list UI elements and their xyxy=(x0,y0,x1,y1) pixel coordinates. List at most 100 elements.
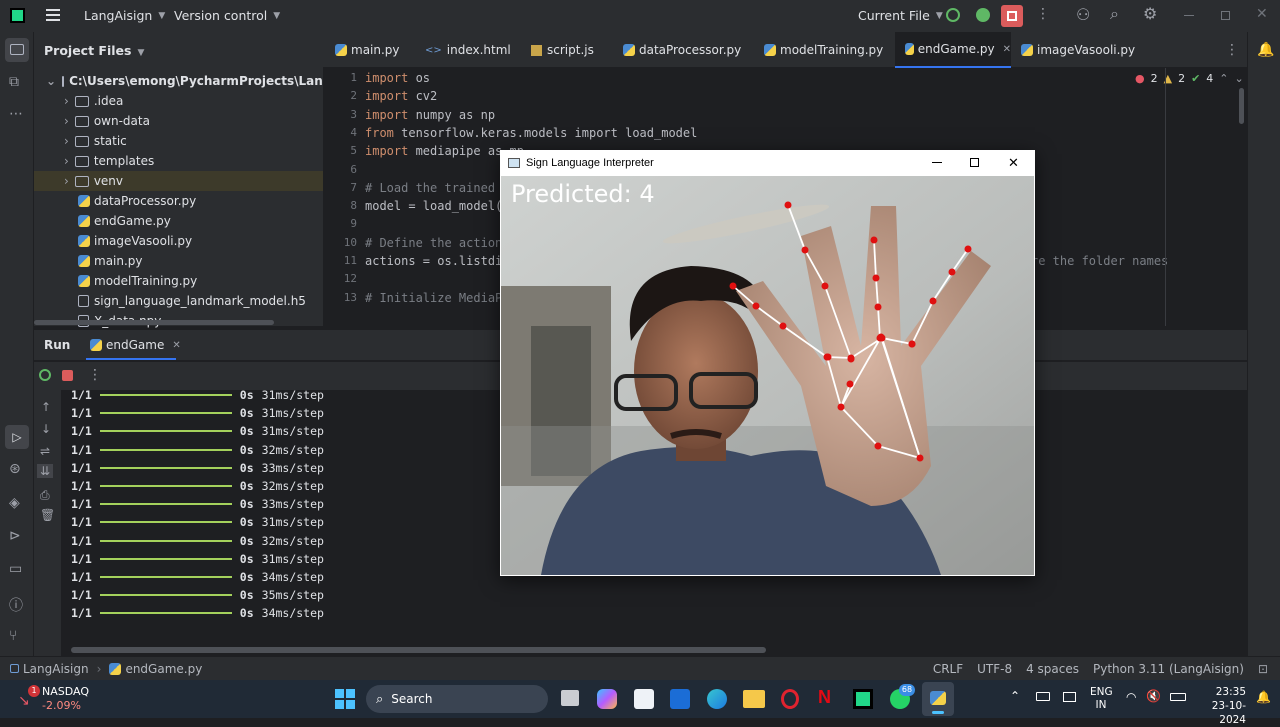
start-button[interactable] xyxy=(335,689,355,709)
more-options-icon[interactable]: ⋮ xyxy=(88,367,102,383)
stock-widget[interactable]: ↘ 1 NASDAQ -2.09% xyxy=(18,684,108,714)
wifi-icon[interactable]: ◠ xyxy=(1126,690,1136,704)
battery-icon[interactable] xyxy=(1170,693,1186,701)
breadcrumb-file[interactable]: endGame.py xyxy=(125,662,202,676)
search-icon[interactable]: ⌕ xyxy=(1110,4,1119,24)
problems-icon[interactable]: ⓘ xyxy=(9,595,23,615)
keyboard-icon[interactable] xyxy=(1036,692,1050,701)
clock[interactable]: 23:35 23-10-2024 xyxy=(1192,685,1246,727)
minimize-icon[interactable] xyxy=(1184,15,1194,16)
sign-window-titlebar[interactable]: Sign Language Interpreter ✕ xyxy=(500,150,1035,176)
python-interpreter[interactable]: Python 3.11 (LangAisign) xyxy=(1093,662,1244,676)
trash-icon[interactable]: 🗑 xyxy=(40,508,55,522)
close-tab-icon[interactable]: ✕ xyxy=(1003,44,1011,55)
lock-icon[interactable]: ⊡ xyxy=(1258,662,1268,676)
show-hidden-icons[interactable]: ⌃ xyxy=(1010,689,1020,703)
window-minimize-icon[interactable] xyxy=(932,162,942,163)
horizontal-scrollbar[interactable] xyxy=(34,320,274,325)
run-tab-endgame[interactable]: endGame ✕ xyxy=(90,338,181,352)
structure-tool-icon[interactable]: ⧉ xyxy=(9,74,19,90)
notifications-icon[interactable]: 🔔 xyxy=(1257,42,1274,58)
chevron-down-icon[interactable]: ⌄ xyxy=(1235,72,1244,85)
indent-setting[interactable]: 4 spaces xyxy=(1026,662,1079,676)
rerun-icon[interactable] xyxy=(946,8,960,22)
file-encoding[interactable]: UTF-8 xyxy=(977,662,1012,676)
settings-gear-icon[interactable]: ⚙ xyxy=(1143,4,1157,23)
tab-endgame-py[interactable]: endGame.py ✕ xyxy=(895,32,1011,68)
tab-label: modelTraining.py xyxy=(780,43,884,57)
run-tool-icon[interactable]: ▷ xyxy=(5,425,29,449)
project-panel-title[interactable]: Project Files ▼ xyxy=(44,43,144,58)
stop-icon[interactable] xyxy=(62,370,73,381)
pycharm-taskbar-icon[interactable] xyxy=(853,689,873,709)
tab-options-icon[interactable]: ⋮ xyxy=(1225,42,1239,58)
close-icon[interactable]: ✕ xyxy=(1256,6,1268,22)
task-view-icon[interactable] xyxy=(561,690,579,706)
breadcrumb-project[interactable]: LangAisign xyxy=(23,662,89,676)
more-tools-icon[interactable]: ⋯ xyxy=(9,106,23,122)
tree-root[interactable]: ⌄C:\Users\emong\PycharmProjects\LangAis xyxy=(34,71,323,91)
scroll-to-end-icon[interactable]: ⇊ xyxy=(37,464,54,478)
console-hscrollbar[interactable] xyxy=(71,647,766,653)
python-packages-icon[interactable]: ◈ xyxy=(9,495,20,511)
copilot-icon[interactable] xyxy=(597,689,617,709)
python-console-icon[interactable]: ⊛ xyxy=(9,461,21,477)
rerun-icon[interactable] xyxy=(39,369,51,381)
vertical-scrollbar[interactable] xyxy=(1239,88,1244,124)
taskbar-search[interactable]: ⌕ Search xyxy=(366,685,548,713)
print-icon[interactable]: ⎙ xyxy=(40,488,50,503)
vcs-selector[interactable]: Version control ▼ xyxy=(174,8,280,23)
run-config-selector[interactable]: Current File ▼ xyxy=(858,8,943,23)
sign-language-window: Sign Language Interpreter ✕ Predicted: 4 xyxy=(500,150,1035,576)
debug-icon[interactable] xyxy=(976,8,990,22)
prime-video-icon[interactable] xyxy=(670,689,690,709)
scroll-down-icon[interactable]: ↓ xyxy=(41,422,51,436)
soft-wrap-icon[interactable]: ⇌ xyxy=(40,444,50,458)
tree-file-main[interactable]: main.py xyxy=(34,251,323,271)
tab-imagevasooli-py[interactable]: imageVasooli.py xyxy=(1021,32,1135,68)
display-icon[interactable] xyxy=(1063,692,1076,702)
git-icon[interactable]: ⑂ xyxy=(9,628,17,644)
tab-dataprocessor-py[interactable]: dataProcessor.py xyxy=(623,32,741,68)
edge-icon[interactable] xyxy=(707,689,727,709)
tree-file-endgame[interactable]: endGame.py xyxy=(34,211,323,231)
tree-folder-idea[interactable]: › .idea xyxy=(34,91,323,111)
tab-modeltraining-py[interactable]: modelTraining.py xyxy=(764,32,883,68)
store-icon[interactable] xyxy=(634,689,654,709)
tree-folder-venv[interactable]: › venv xyxy=(34,171,323,191)
restore-icon[interactable] xyxy=(1221,11,1230,20)
code-keyword: import xyxy=(365,89,409,104)
tab-main-py[interactable]: main.py xyxy=(335,32,400,68)
services-icon[interactable]: ⊳ xyxy=(9,528,21,544)
tree-file-model-h5[interactable]: sign_language_landmark_model.h5 xyxy=(34,291,323,311)
scroll-up-icon[interactable]: ↑ xyxy=(41,400,51,414)
python-running-icon[interactable] xyxy=(922,682,954,716)
tree-file-dataprocessor[interactable]: dataProcessor.py xyxy=(34,191,323,211)
terminal-icon[interactable]: ▭ xyxy=(9,561,22,577)
volume-muted-icon[interactable]: 🔇 xyxy=(1146,689,1161,703)
project-tool-icon[interactable] xyxy=(5,38,29,62)
tree-folder-own-data[interactable]: › own-data xyxy=(34,111,323,131)
tree-folder-static[interactable]: › static xyxy=(34,131,323,151)
netflix-icon[interactable]: N xyxy=(818,687,831,708)
project-selector[interactable]: LangAisign ▼ xyxy=(84,8,165,23)
tree-file-imagevasooli[interactable]: imageVasooli.py xyxy=(34,231,323,251)
language-indicator[interactable]: ENG IN xyxy=(1090,686,1113,712)
file-explorer-icon[interactable] xyxy=(743,690,765,708)
close-tab-icon[interactable]: ✕ xyxy=(172,340,180,351)
tree-file-modeltraining[interactable]: modelTraining.py xyxy=(34,271,323,291)
tab-index-html[interactable]: <> index.html xyxy=(425,32,511,68)
inspection-widget[interactable]: ● 2 ▲ 2 ✔ 4 ⌃ ⌄ xyxy=(1135,72,1244,85)
add-user-icon[interactable]: ⚇ xyxy=(1076,5,1090,24)
window-maximize-icon[interactable] xyxy=(970,158,979,167)
line-separator[interactable]: CRLF xyxy=(933,662,963,676)
more-actions-icon[interactable]: ⋮ xyxy=(1036,6,1050,22)
tree-folder-templates[interactable]: › templates xyxy=(34,151,323,171)
notification-icon[interactable]: 🔔 xyxy=(1256,690,1271,704)
chevron-up-icon[interactable]: ⌃ xyxy=(1219,72,1228,85)
opera-icon[interactable] xyxy=(781,689,799,709)
window-close-icon[interactable]: ✕ xyxy=(1008,155,1019,171)
main-menu-icon[interactable] xyxy=(46,9,60,21)
stop-button[interactable] xyxy=(1001,5,1023,27)
tab-script-js[interactable]: script.js xyxy=(531,32,594,68)
